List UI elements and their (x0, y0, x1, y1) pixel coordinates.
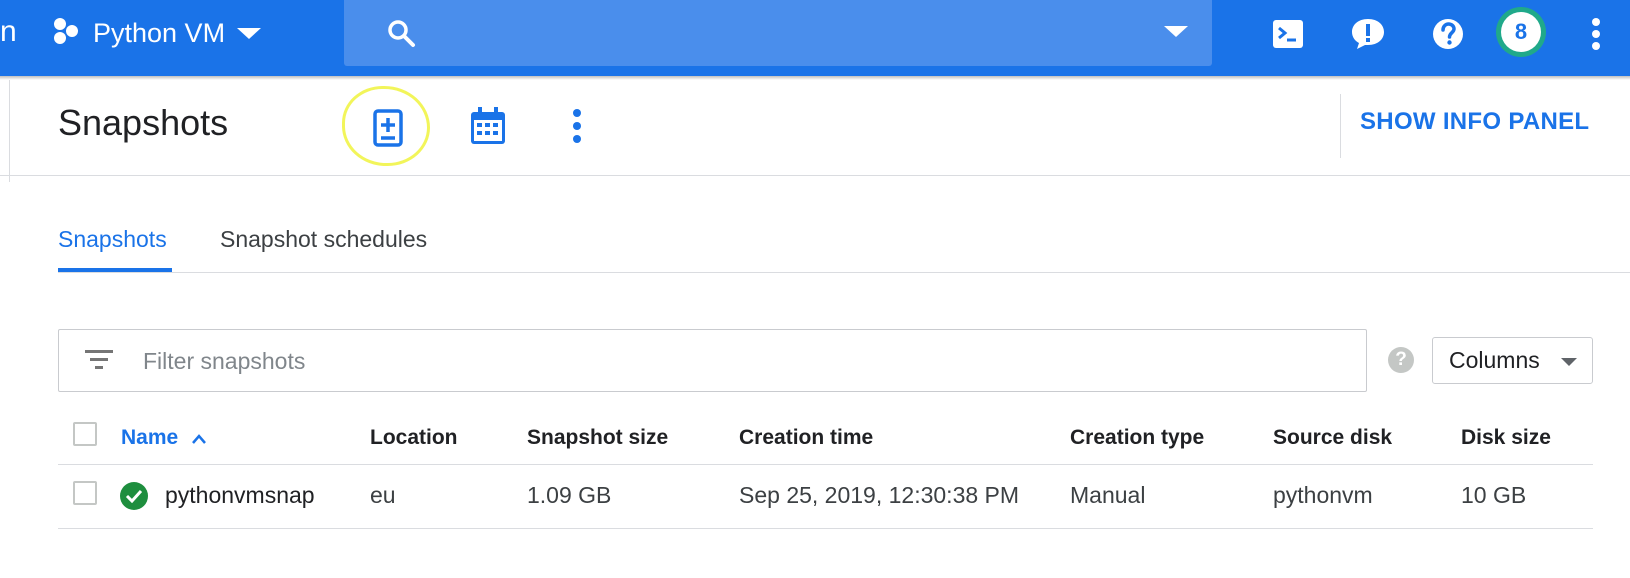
page-title: Snapshots (58, 102, 229, 143)
column-header-creation-time[interactable]: Creation time (739, 426, 873, 450)
column-header-source-disk[interactable]: Source disk (1273, 426, 1392, 450)
more-vert-icon[interactable] (1576, 14, 1616, 54)
filter-bar[interactable] (58, 329, 1367, 392)
row-checkbox[interactable] (73, 481, 97, 505)
columns-dropdown[interactable]: Columns (1432, 337, 1593, 384)
cell-source-disk[interactable]: pythonvm (1273, 482, 1373, 509)
search-input[interactable] (424, 14, 1124, 50)
table-row-divider (58, 528, 1593, 529)
column-header-location[interactable]: Location (370, 426, 458, 450)
header-divider (1340, 94, 1341, 158)
sort-ascending-icon[interactable] (192, 432, 206, 450)
column-header-creation-type[interactable]: Creation type (1070, 426, 1204, 450)
project-name: Python VM (93, 17, 226, 48)
more-vert-icon (572, 108, 582, 149)
left-nav-edge (9, 80, 10, 182)
column-header-disk-size[interactable]: Disk size (1461, 426, 1551, 450)
product-name-fragment[interactable]: n (0, 14, 17, 50)
project-hexagons-icon (52, 17, 80, 50)
project-selector[interactable]: Python VM (52, 14, 262, 52)
column-header-name[interactable]: Name (121, 426, 178, 450)
avatar-initial: 8 (1501, 12, 1541, 52)
search-bar[interactable] (344, 0, 1212, 66)
search-dropdown-icon[interactable] (1164, 26, 1188, 37)
status-ok-icon (120, 482, 148, 510)
filter-input[interactable] (143, 344, 1323, 378)
tabs-divider (58, 272, 1630, 273)
chevron-down-icon (237, 27, 262, 39)
cell-location: eu (370, 482, 396, 508)
topbar-shadow (0, 76, 1630, 80)
help-icon[interactable] (1428, 14, 1468, 54)
account-avatar[interactable]: 8 (1496, 7, 1546, 57)
calendar-icon (469, 106, 507, 151)
top-app-bar: n Python VM 8 (0, 0, 1630, 76)
cell-snapshot-size: 1.09 GB (527, 482, 612, 508)
filter-list-icon (85, 349, 113, 376)
cell-creation-time: Sep 25, 2019, 12:30:38 PM (739, 482, 1020, 508)
header-divider-line (0, 175, 1630, 176)
snapshot-name-link[interactable]: pythonvmsnap (165, 482, 315, 509)
create-snapshot-button[interactable] (360, 104, 416, 156)
cell-creation-type: Manual (1070, 482, 1146, 508)
column-header-snapshot-size[interactable]: Snapshot size (527, 426, 668, 450)
caret-down-icon (1561, 358, 1577, 366)
create-snapshot-icon (373, 108, 403, 152)
tab-snapshot-schedules[interactable]: Snapshot schedules (220, 226, 427, 253)
feedback-icon[interactable] (1348, 14, 1388, 54)
more-actions-button[interactable] (565, 106, 589, 150)
table-header-divider (58, 464, 1593, 465)
show-info-panel-button[interactable]: SHOW INFO PANEL (1360, 108, 1589, 136)
columns-label: Columns (1449, 347, 1540, 373)
filter-help-icon[interactable]: ? (1388, 347, 1414, 373)
select-all-checkbox[interactable] (73, 422, 97, 446)
cloud-shell-icon[interactable] (1268, 14, 1308, 54)
search-icon (386, 18, 416, 53)
create-schedule-button[interactable] (462, 104, 514, 152)
tab-snapshots[interactable]: Snapshots (58, 226, 167, 272)
cell-disk-size: 10 GB (1461, 482, 1527, 508)
